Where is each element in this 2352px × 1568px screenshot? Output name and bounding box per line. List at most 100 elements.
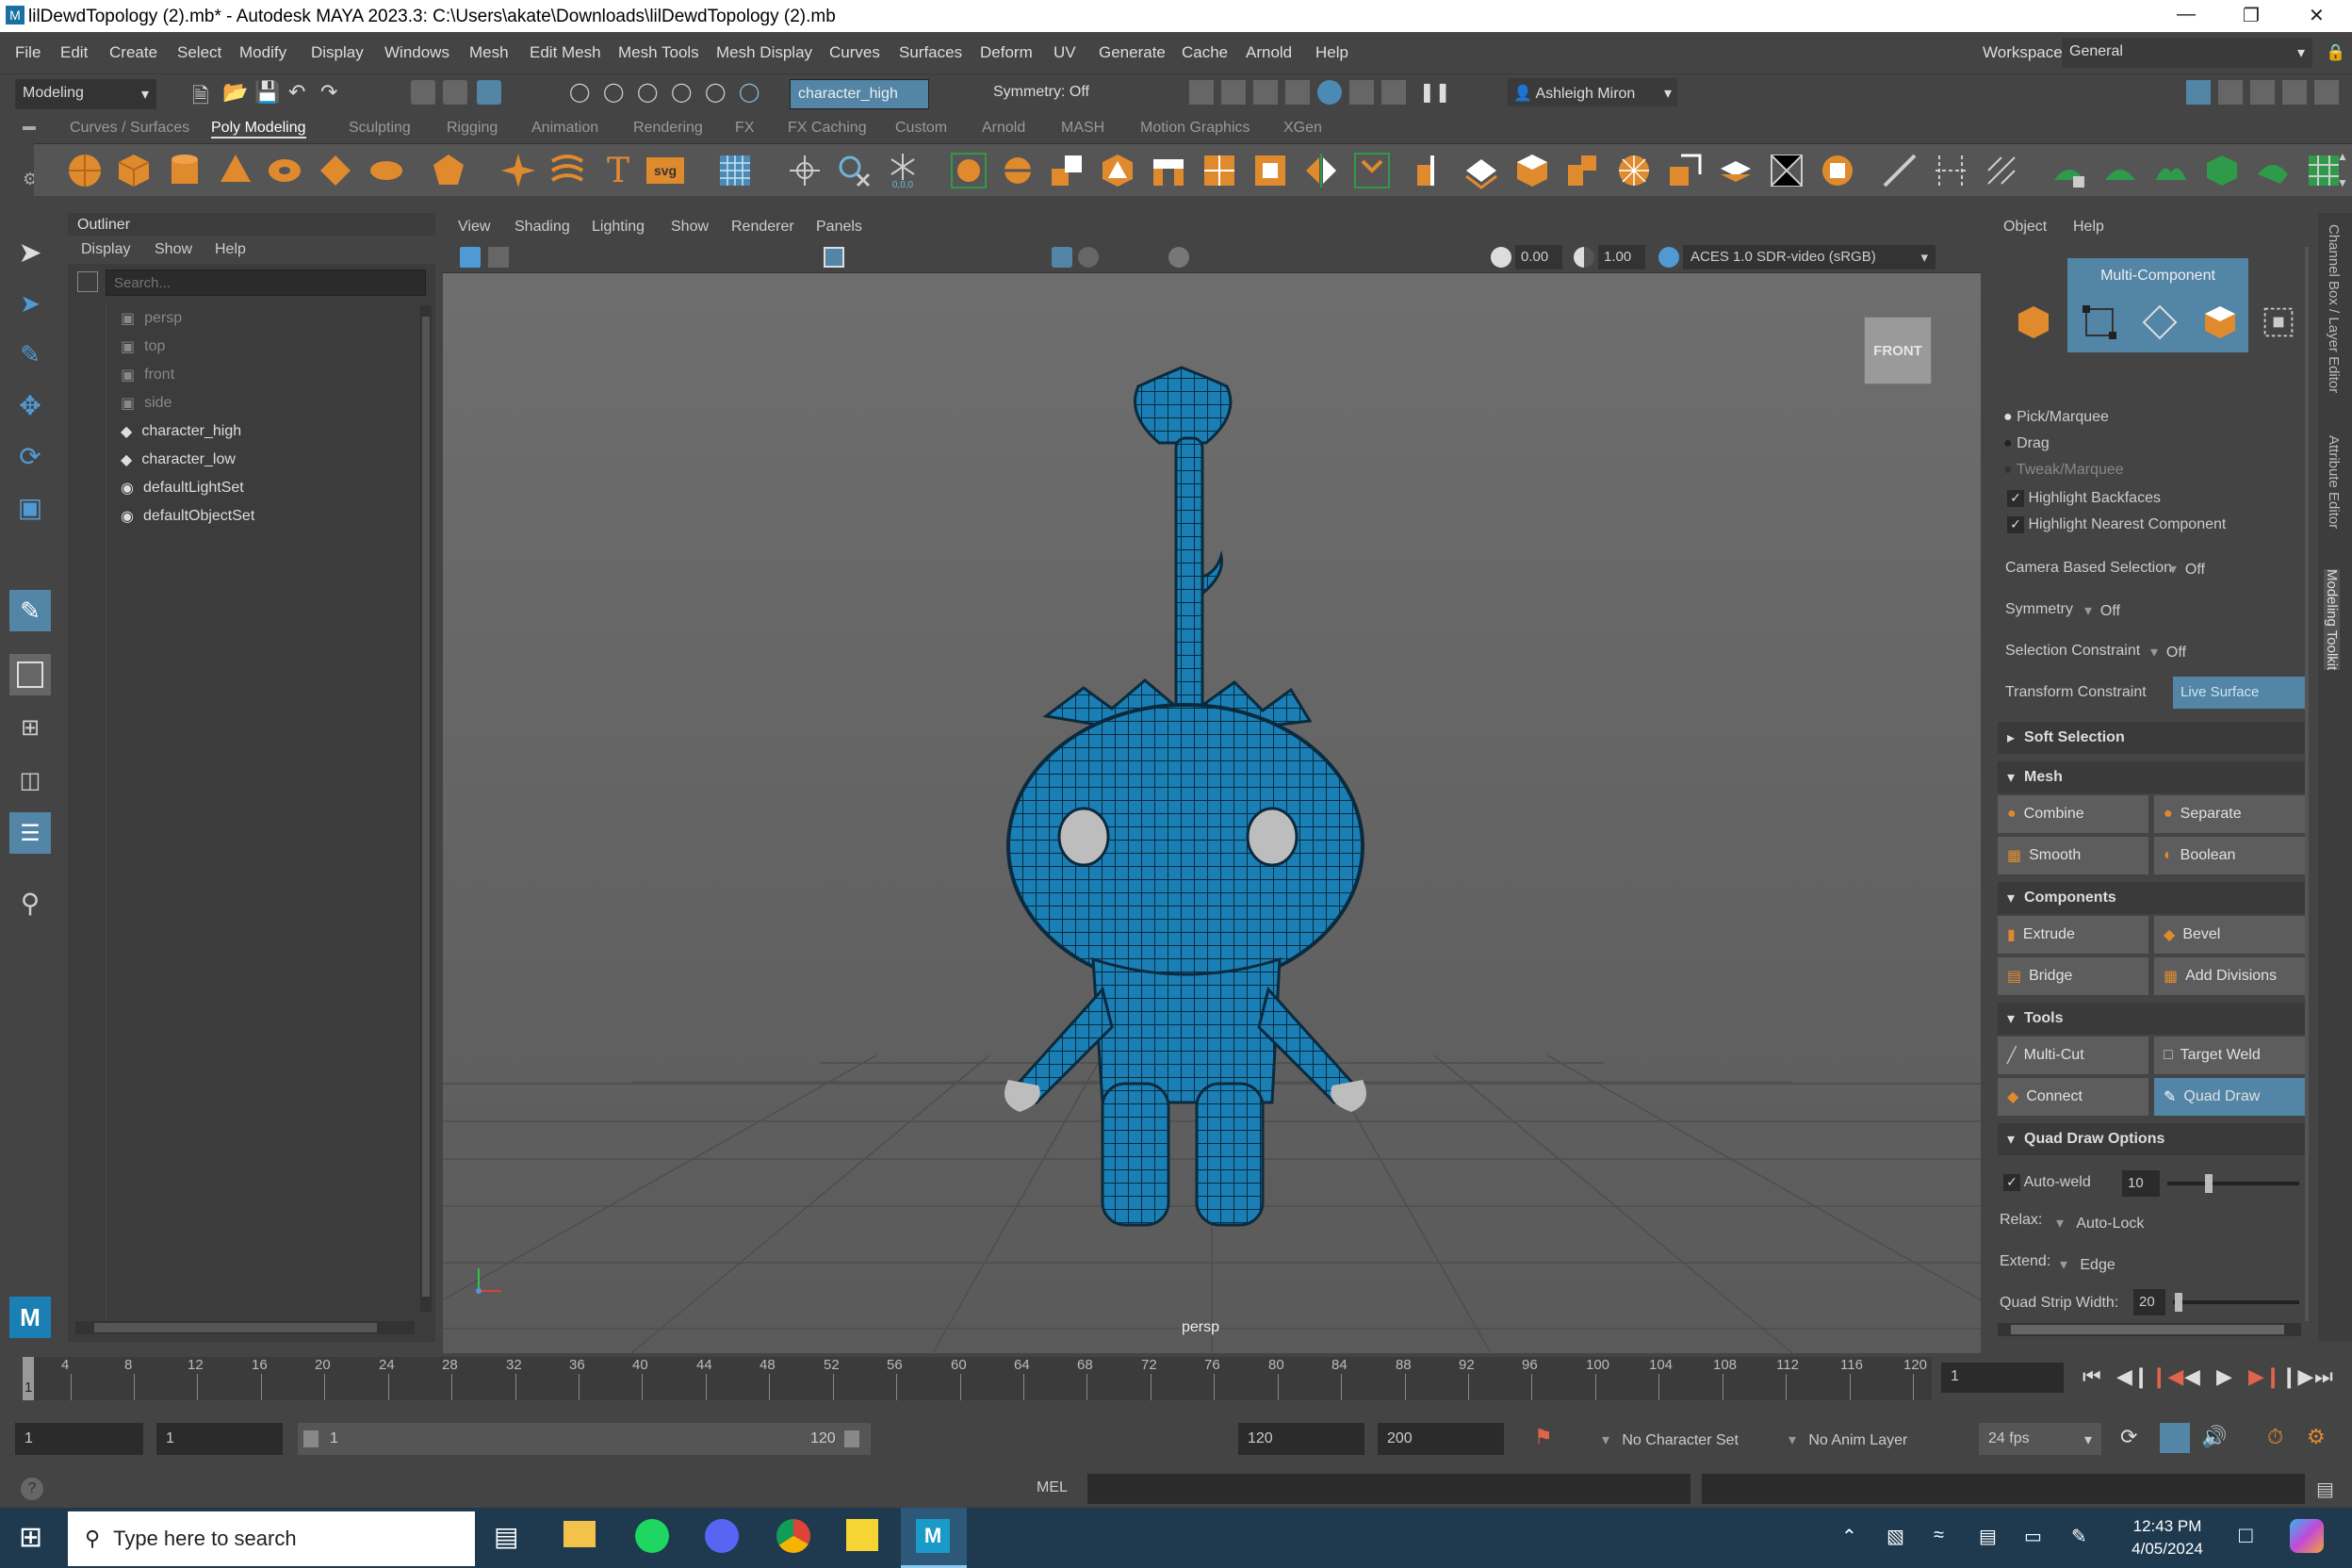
super-shape-icon[interactable] [499, 152, 537, 189]
poke-icon[interactable] [1564, 152, 1602, 189]
poly-plane-icon[interactable] [317, 152, 354, 189]
select-by-deform-icon[interactable]: ◯ [705, 80, 729, 105]
menu-deform[interactable]: Deform [980, 43, 1033, 62]
exposure-icon[interactable] [1491, 247, 1511, 268]
go-to-end-icon[interactable]: ⏭ [2314, 1364, 2333, 1389]
script-editor-icon[interactable]: ▤ [2316, 1478, 2334, 1501]
toolkit-menu-help[interactable]: Help [2073, 219, 2104, 236]
modeling-toolkit-tab[interactable]: Modeling Toolkit [2324, 569, 2340, 671]
menu-file[interactable]: File [15, 43, 41, 62]
anim-layer-dropdown[interactable]: ▾ No Anim Layer [1779, 1423, 1968, 1455]
pinch-sculpt-icon[interactable] [2254, 152, 2292, 189]
separate-button[interactable]: ● Separate [2154, 795, 2305, 833]
bridge-button[interactable]: ▤ Bridge [1998, 957, 2148, 995]
shelf-tab-rendering[interactable]: Rendering [633, 120, 703, 137]
outliner-item-default-light-set[interactable]: ◉ defaultLightSet [121, 479, 244, 498]
shelf-menu-icon[interactable] [23, 126, 36, 130]
paint-select-tool-icon[interactable]: ✎ [9, 334, 51, 375]
grid-toggle-icon[interactable] [824, 247, 844, 268]
smooth-icon[interactable] [1099, 152, 1136, 189]
playback-start-field[interactable]: 1 [156, 1423, 283, 1455]
show-hidden-icons[interactable]: ⌃ [1841, 1525, 1857, 1548]
render-settings-icon[interactable] [1285, 80, 1310, 105]
pause-icon[interactable]: ❚❚ [1419, 80, 1451, 105]
auto-weld-checkbox[interactable]: ✓ Auto-weld [2003, 1174, 2091, 1191]
quad-strip-width-field[interactable]: 20 [2133, 1289, 2165, 1315]
highlight-nearest-component-checkbox[interactable]: ✓ Highlight Nearest Component [2007, 516, 2226, 533]
new-scene-icon[interactable]: 🗎 [192, 80, 217, 107]
step-forward-key-icon[interactable]: ▶❙ [2248, 1364, 2281, 1389]
single-perspective-layout-icon[interactable] [9, 654, 51, 695]
transform-constraint-dropdown[interactable]: Live Surface [2173, 677, 2305, 709]
command-language-label[interactable]: MEL [1037, 1479, 1068, 1496]
copilot-icon[interactable] [2290, 1519, 2324, 1553]
duplicate-face-icon[interactable] [1666, 152, 1704, 189]
scale-tool-icon[interactable]: ▣ [9, 486, 51, 528]
highlight-backfaces-checkbox[interactable]: ✓ Highlight Backfaces [2007, 490, 2161, 507]
select-by-surface-icon[interactable]: ◯ [671, 80, 695, 105]
arnold-render-icon[interactable] [1381, 80, 1406, 105]
outliner-item-character-high[interactable]: ◆ character_high [121, 422, 241, 441]
relax-dropdown[interactable]: ▾ Auto-Lock [2056, 1214, 2144, 1233]
outliner-item-character-low[interactable]: ◆ character_low [121, 450, 236, 469]
viewport-scene[interactable] [443, 273, 1981, 1353]
animation-end-field[interactable]: 200 [1378, 1423, 1504, 1455]
menu-arnold[interactable]: Arnold [1246, 43, 1292, 62]
slider-handle[interactable] [2205, 1174, 2213, 1193]
poly-disc-icon[interactable] [368, 152, 405, 189]
boolean-button[interactable]: ◐ Boolean [2154, 837, 2305, 874]
toolkit-horizontal-scrollbar[interactable] [1998, 1323, 2301, 1336]
move-tool-icon[interactable]: ✥ [9, 384, 51, 426]
quad-draw-button[interactable]: ✎ Quad Draw [2154, 1078, 2305, 1116]
select-tool-icon[interactable]: ➤ [9, 232, 51, 273]
menu-help[interactable]: Help [1315, 43, 1348, 62]
sculpt-geometry-icon[interactable] [2050, 152, 2088, 189]
select-by-handle-icon[interactable]: ◯ [569, 80, 594, 105]
menu-surfaces[interactable]: Surfaces [899, 43, 962, 62]
collapse-icon[interactable] [1717, 152, 1755, 189]
camera-attributes-icon[interactable] [488, 247, 509, 268]
maya-taskbar-button[interactable]: M [901, 1508, 967, 1568]
viewport-menu-lighting[interactable]: Lighting [592, 219, 645, 236]
rotate-tool-icon[interactable]: ⟳ [9, 435, 51, 477]
menu-uv[interactable]: UV [1054, 43, 1076, 62]
color-management-icon[interactable] [1658, 247, 1679, 268]
shelf-tab-custom[interactable]: Custom [895, 120, 947, 137]
soft-selection-section[interactable]: ▸ Soft Selection [1998, 722, 2305, 754]
target-weld-button[interactable]: □ Target Weld [2154, 1037, 2305, 1074]
toggle-channel-box-icon[interactable] [2282, 80, 2307, 105]
minimize-icon[interactable]: — [2177, 4, 2196, 25]
toolkit-menu-object[interactable]: Object [2003, 219, 2047, 236]
select-by-joint-icon[interactable]: ◯ [603, 80, 628, 105]
sweep-mesh-icon[interactable] [548, 152, 586, 189]
shelf-tab-fx[interactable]: FX [735, 120, 754, 137]
shelf-tab-arnold[interactable]: Arnold [982, 120, 1025, 137]
time-slider[interactable]: 1 4 8 12 16 20 24 28 32 36 40 44 48 52 56 60 64 68 72 76 80… [0, 1353, 2352, 1410]
vertex-mode-icon[interactable] [2081, 303, 2118, 341]
quad-draw-options-section[interactable]: ▾ Quad Draw Options [1998, 1123, 2305, 1155]
play-forward-icon[interactable]: ▶ [2216, 1364, 2232, 1389]
playback-speed-icon[interactable]: ⏱ [2267, 1425, 2283, 1449]
drag-option[interactable]: ● Drag [2003, 435, 2050, 452]
add-divisions-button[interactable]: ▦ Add Divisions [2154, 957, 2305, 995]
chamfer-vertex-icon[interactable] [1513, 152, 1551, 189]
select-by-dynamics-icon[interactable]: ◯ [739, 80, 763, 105]
auto-weld-slider[interactable] [2167, 1174, 2299, 1193]
shelf-tab-poly-modeling[interactable]: Poly Modeling [211, 120, 306, 139]
viewport-menu-panels[interactable]: Panels [816, 219, 862, 236]
extend-dropdown[interactable]: ▾ Edge [2060, 1255, 2115, 1274]
selection-constraint-value[interactable]: ▾ Off [2150, 643, 2186, 662]
task-view-icon[interactable]: ▤ [494, 1521, 518, 1552]
range-start-handle[interactable] [303, 1430, 318, 1447]
file-explorer-icon[interactable] [564, 1521, 596, 1547]
select-camera-icon[interactable] [460, 247, 481, 268]
menu-display[interactable]: Display [311, 43, 364, 62]
render-sequence-icon[interactable] [1221, 80, 1246, 105]
multi-cut-icon[interactable] [1881, 152, 1919, 189]
relax-sculpt-icon[interactable] [2152, 152, 2190, 189]
two-view-layout-icon[interactable]: ◫ [9, 760, 51, 801]
face-mode-icon[interactable] [2201, 303, 2239, 341]
gamma-field[interactable]: 1.00 [1598, 245, 1645, 270]
outliner-horizontal-scrollbar[interactable] [75, 1321, 415, 1334]
toggle-layer-editor-icon[interactable] [2314, 80, 2339, 105]
